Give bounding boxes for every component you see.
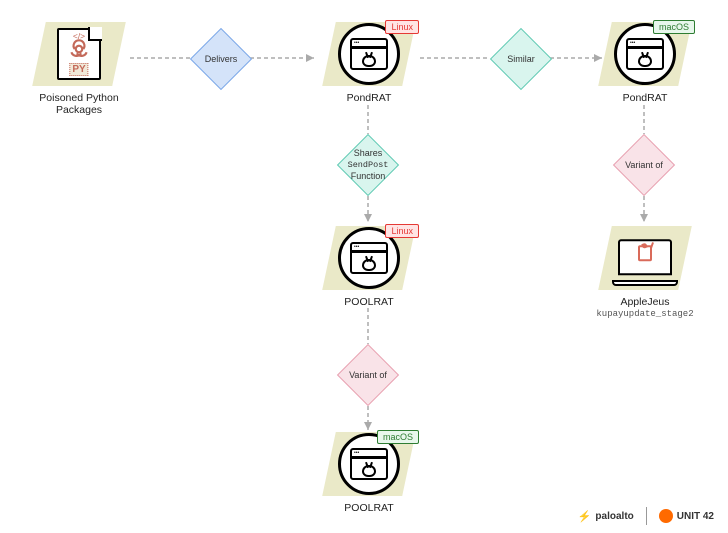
- edge-label: Variant of: [338, 370, 398, 381]
- os-tag-linux: Linux: [385, 224, 419, 238]
- node-pondrat-linux: ••• Linux PondRAT: [314, 22, 424, 104]
- node-applejeus: AppleJeus kupayupdate_stage2: [590, 226, 700, 319]
- edge-shares-sendpost: Shares SendPost Function: [337, 134, 399, 196]
- edge-similar: Similar: [490, 28, 552, 90]
- edge-label: Variant of: [614, 160, 674, 171]
- paloalto-icon: ⚡: [578, 510, 592, 523]
- node-poolrat-linux: ••• Linux POOLRAT: [314, 226, 424, 308]
- node-pondrat-macos: ••• macOS PondRAT: [590, 22, 700, 104]
- brand-paloalto: ⚡ paloalto: [578, 510, 634, 523]
- brand-text: UNIT 42: [677, 511, 714, 522]
- edge-variant-center: Variant of: [337, 344, 399, 406]
- unit42-icon: [659, 509, 673, 523]
- node-poisoned-packages: </> PY Poisoned Python Packages: [24, 22, 134, 116]
- edge-delivers: Delivers: [190, 28, 252, 90]
- node-label: POOLRAT: [314, 502, 424, 514]
- node-label: PondRAT: [314, 92, 424, 104]
- biohazard-icon: [66, 36, 92, 62]
- node-sublabel: kupayupdate_stage2: [590, 309, 700, 319]
- os-tag-macos: macOS: [377, 430, 419, 444]
- py-tag: PY: [69, 63, 88, 76]
- os-tag-macos: macOS: [653, 20, 695, 34]
- node-label: POOLRAT: [314, 296, 424, 308]
- brand-text: paloalto: [595, 511, 633, 522]
- node-label: Poisoned Python Packages: [24, 92, 134, 116]
- edge-label: Shares SendPost Function: [338, 148, 398, 182]
- edge-variant-right: Variant of: [613, 134, 675, 196]
- juice-box-icon: [636, 245, 654, 265]
- node-poolrat-macos: ••• macOS POOLRAT: [314, 432, 424, 514]
- edge-label: Similar: [491, 54, 551, 65]
- os-tag-linux: Linux: [385, 20, 419, 34]
- diagram-canvas: </> PY Poisoned Python Packages Delivers…: [0, 0, 728, 533]
- edge-label: Delivers: [191, 54, 251, 65]
- footer-branding: ⚡ paloalto UNIT 42: [578, 507, 714, 525]
- node-label: AppleJeus: [590, 296, 700, 308]
- laptop-icon: [605, 226, 685, 290]
- footer-separator: [646, 507, 647, 525]
- poisoned-package-icon: </> PY: [39, 22, 119, 86]
- brand-unit42: UNIT 42: [659, 509, 714, 523]
- node-label: PondRAT: [590, 92, 700, 104]
